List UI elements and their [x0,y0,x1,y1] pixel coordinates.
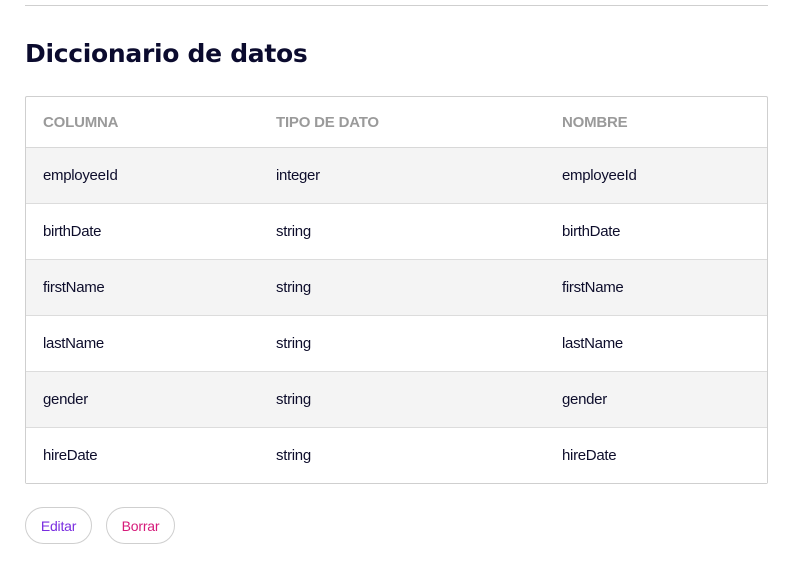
edit-button[interactable]: Editar [25,507,92,544]
cell-tipo: string [259,315,545,372]
cell-columna: firstName [26,259,259,316]
table-row: firstName string firstName [26,259,767,316]
cell-columna: lastName [26,315,259,372]
cell-tipo: string [259,427,545,483]
table-header-row: COLUMNA TIPO DE DATO NOMBRE [26,97,767,148]
cell-tipo: string [259,203,545,260]
data-dictionary-table: COLUMNA TIPO DE DATO NOMBRE employeeId i… [25,96,768,484]
cell-tipo: string [259,371,545,428]
column-header-nombre: NOMBRE [545,97,767,148]
table-row: birthDate string birthDate [26,203,767,260]
table-row: lastName string lastName [26,315,767,372]
cell-nombre: firstName [545,259,767,316]
page-title: Diccionario de datos [25,39,308,68]
cell-columna: employeeId [26,147,259,204]
column-header-columna: COLUMNA [26,97,259,148]
cell-tipo: integer [259,147,545,204]
cell-columna: birthDate [26,203,259,260]
column-header-tipo-de-dato: TIPO DE DATO [259,97,545,148]
table-row: gender string gender [26,371,767,428]
cell-tipo: string [259,259,545,316]
cell-nombre: employeeId [545,147,767,204]
cell-columna: hireDate [26,427,259,483]
delete-button[interactable]: Borrar [106,507,175,544]
cell-nombre: gender [545,371,767,428]
table-row: employeeId integer employeeId [26,147,767,204]
cell-columna: gender [26,371,259,428]
cell-nombre: lastName [545,315,767,372]
table-row: hireDate string hireDate [26,427,767,483]
cell-nombre: hireDate [545,427,767,483]
top-divider [25,5,768,6]
cell-nombre: birthDate [545,203,767,260]
